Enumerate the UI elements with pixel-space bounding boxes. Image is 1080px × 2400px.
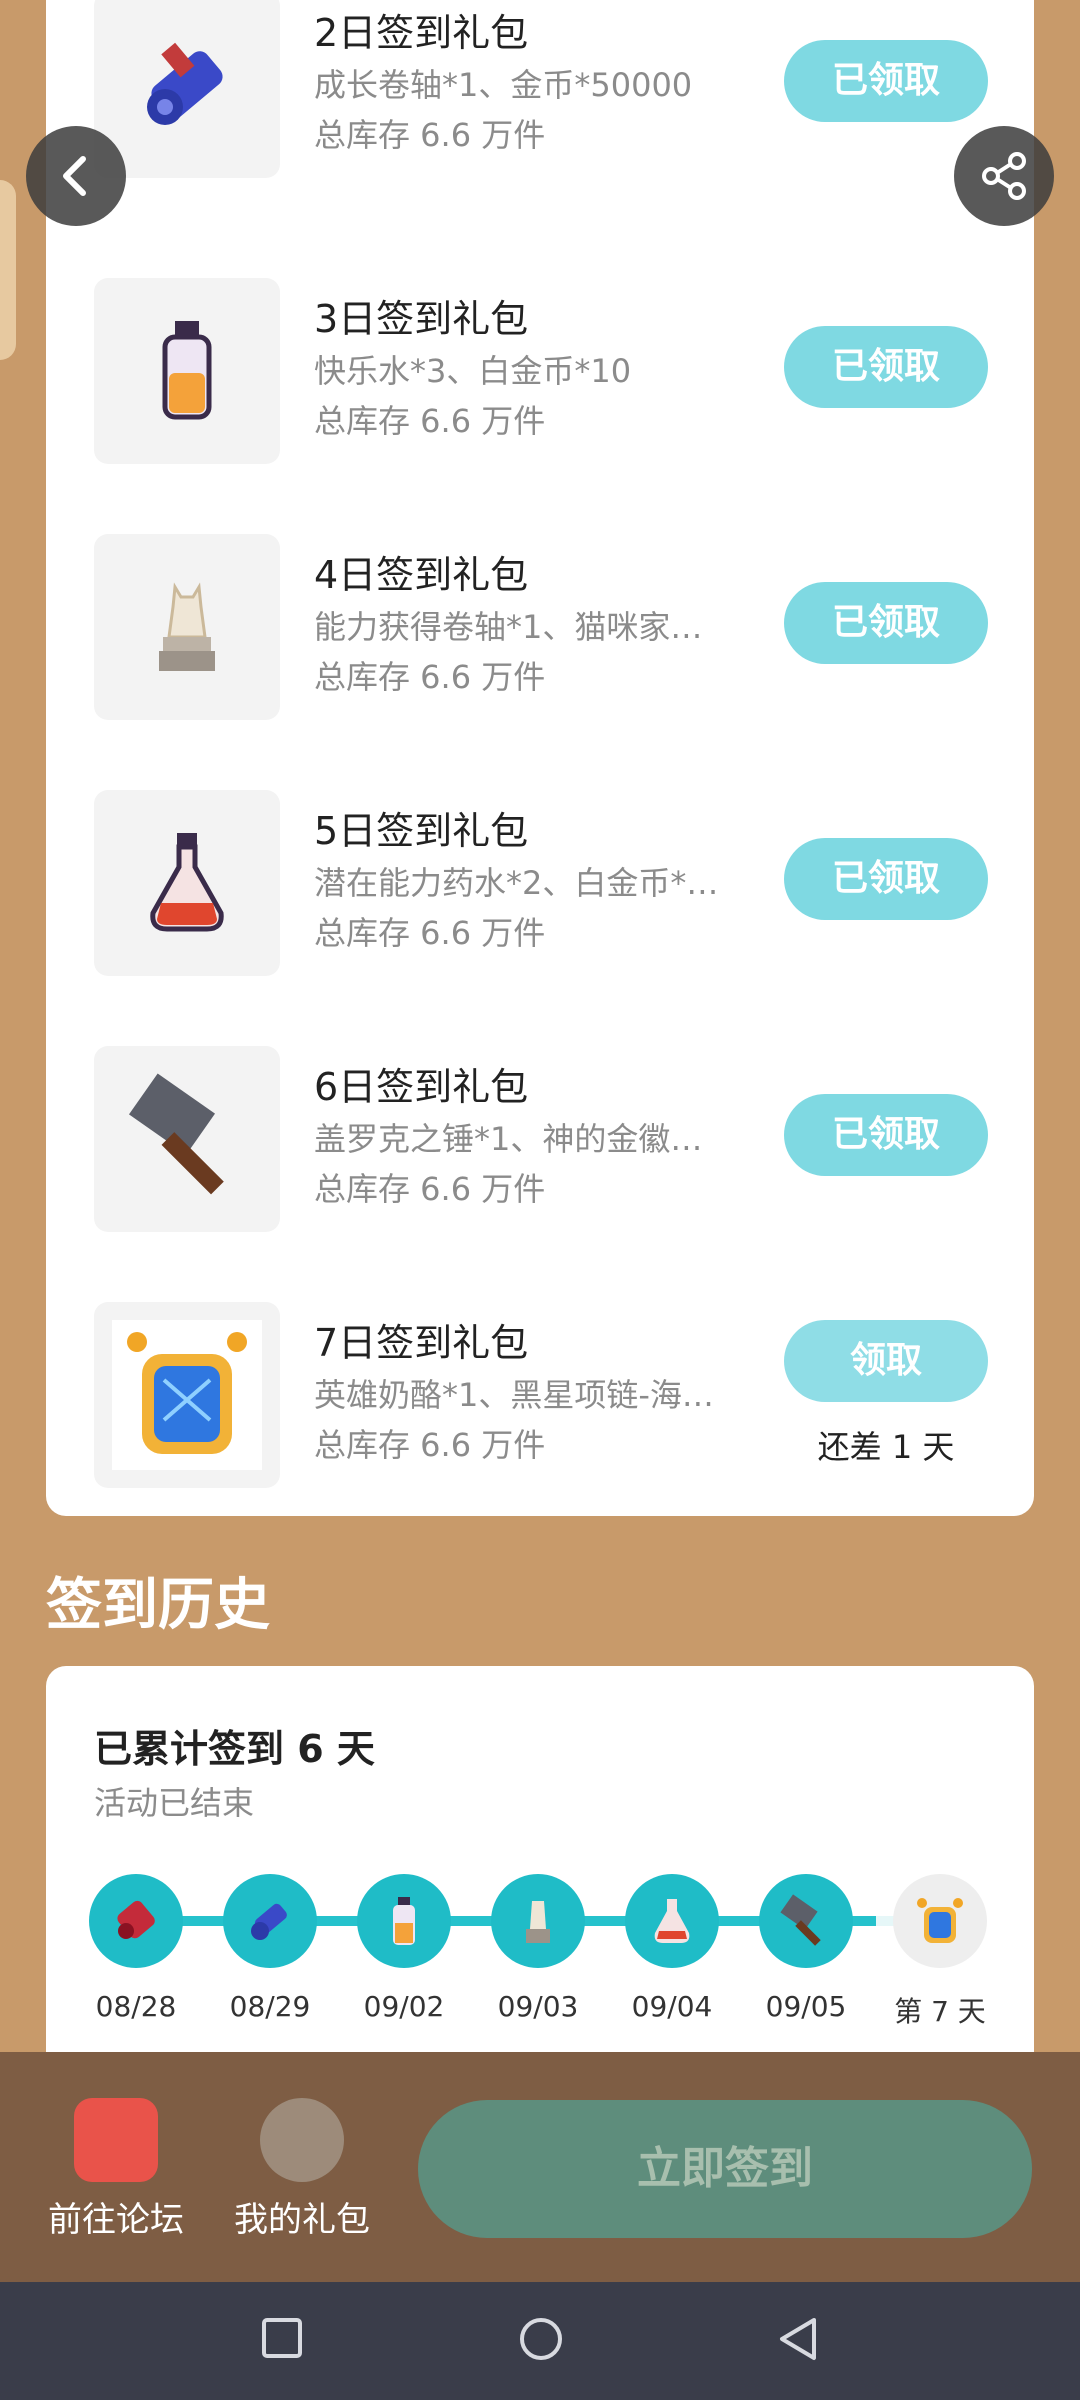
gem-necklace-icon [94,1302,280,1488]
gift-item: 6日签到礼包 盖罗克之锤*1、神的金徽… 总库存 6.6 万件 已领取 [46,1042,1034,1232]
claimed-button[interactable]: 已领取 [784,326,988,408]
claimed-button[interactable]: 已领取 [784,1094,988,1176]
day-label: 08/28 [95,1990,177,2023]
gift-stock: 总库存 6.6 万件 [314,1426,546,1464]
gift-title: 4日签到礼包 [314,553,529,597]
claimed-button[interactable]: 已领取 [784,40,988,122]
back-button[interactable] [26,126,126,226]
day-marker [89,1874,183,1968]
day-marker-pending [893,1874,987,1968]
day-label: 09/02 [363,1990,445,2023]
history-section-title: 签到历史 [46,1573,270,1638]
system-nav-bar [0,2282,1080,2400]
hammer-icon [94,1046,280,1232]
my-gifts-label: 我的礼包 [234,2200,370,2240]
forum-app-icon [74,2098,158,2182]
cat-statue-icon [94,534,280,720]
scroll-icon [94,0,280,178]
day-label: 09/04 [631,1990,713,2023]
day-label: 09/05 [765,1990,847,2023]
checkin-now-button[interactable]: 立即签到 [418,2100,1032,2238]
gift-item: 7日签到礼包 英雄奶酪*1、黑星项链-海… 总库存 6.6 万件 领取 还差 1… [46,1298,1034,1488]
checkin-summary: 已累计签到 6 天 [94,1727,375,1771]
day-label: 第 7 天 [894,1995,986,2028]
history-card: 已累计签到 6 天 活动已结束 08/28 08/29 09/02 09/03 … [46,1666,1034,2066]
gift-stock: 总库存 6.6 万件 [314,914,546,952]
bottom-action-bar: 前往论坛 我的礼包 立即签到 [0,2052,1080,2282]
edge-handle[interactable] [0,180,16,360]
day-marker [759,1874,853,1968]
gift-title: 3日签到礼包 [314,297,529,341]
my-gifts-entry[interactable]: 我的礼包 [222,2098,382,2241]
gift-title: 7日签到礼包 [314,1321,529,1365]
share-icon [982,152,1026,200]
day-marker [357,1874,451,1968]
square-icon[interactable] [260,2316,304,2360]
gift-desc: 能力获得卷轴*1、猫咪家… [314,608,703,646]
share-button[interactable] [954,126,1054,226]
activity-status: 活动已结束 [94,1784,255,1822]
day-label: 08/29 [229,1990,311,2023]
potion-flask-icon [94,790,280,976]
gift-title: 2日签到礼包 [314,11,529,55]
gift-stock: 总库存 6.6 万件 [314,116,546,154]
gift-desc: 潜在能力药水*2、白金币*… [314,864,719,902]
gift-item: 3日签到礼包 快乐水*3、白金币*10 总库存 6.6 万件 已领取 [46,274,1034,464]
day-marker [625,1874,719,1968]
day-marker [223,1874,317,1968]
potion-bottle-icon [94,278,280,464]
gift-item: 2日签到礼包 成长卷轴*1、金币*50000 总库存 6.6 万件 已领取 [46,0,1034,178]
gift-title: 6日签到礼包 [314,1065,529,1109]
triangle-back-icon[interactable] [776,2316,820,2362]
gift-stock: 总库存 6.6 万件 [314,402,546,440]
claimed-button[interactable]: 已领取 [784,838,988,920]
gift-desc: 成长卷轴*1、金币*50000 [314,66,693,104]
day-marker [491,1874,585,1968]
days-remaining: 还差 1 天 [817,1428,955,1466]
forum-entry[interactable]: 前往论坛 [36,2098,196,2241]
gift-stock: 总库存 6.6 万件 [314,1170,546,1208]
gift-item: 5日签到礼包 潜在能力药水*2、白金币*… 总库存 6.6 万件 已领取 [46,786,1034,976]
claimed-button[interactable]: 已领取 [784,582,988,664]
day-label: 09/03 [497,1990,579,2023]
avatar [260,2098,344,2182]
gift-desc: 快乐水*3、白金币*10 [314,352,632,390]
gift-desc: 盖罗克之锤*1、神的金徽… [314,1120,703,1158]
gift-item: 4日签到礼包 能力获得卷轴*1、猫咪家… 总库存 6.6 万件 已领取 [46,530,1034,720]
gift-list-card: 2日签到礼包 成长卷轴*1、金币*50000 总库存 6.6 万件 已领取 3日… [46,0,1034,1516]
forum-label: 前往论坛 [48,2200,184,2240]
gift-stock: 总库存 6.6 万件 [314,658,546,696]
gift-title: 5日签到礼包 [314,809,529,853]
claim-button[interactable]: 领取 [784,1320,988,1402]
gift-desc: 英雄奶酪*1、黑星项链-海… [314,1376,714,1414]
circle-icon[interactable] [518,2316,564,2362]
chevron-left-icon [63,156,86,196]
